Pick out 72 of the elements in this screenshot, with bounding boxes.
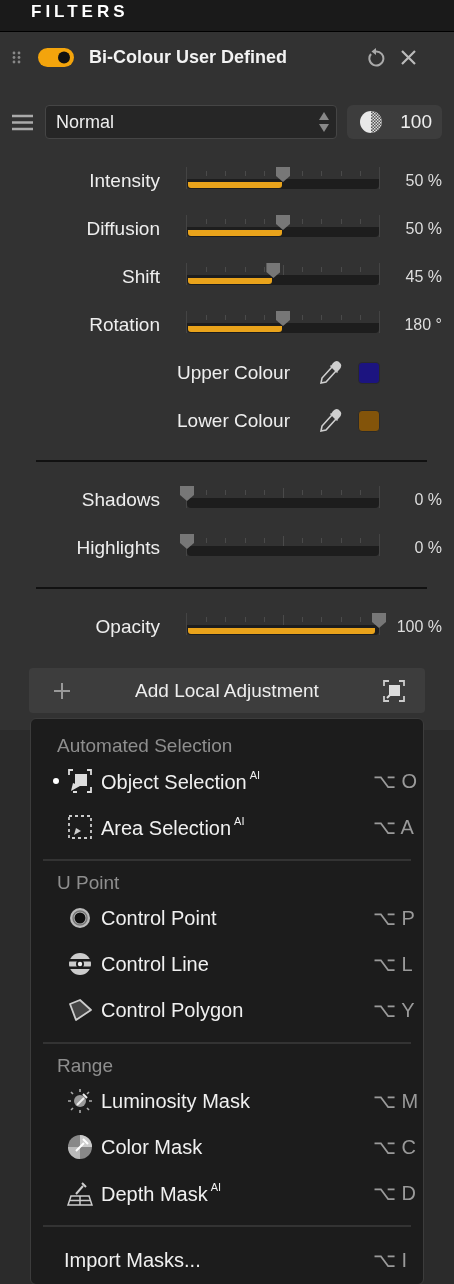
selection-icon <box>383 679 405 702</box>
menu-item[interactable]: Control Polygon ⌥ Y <box>31 987 423 1033</box>
slider-track[interactable] <box>187 323 379 333</box>
colour-swatch[interactable] <box>358 362 380 384</box>
slider-value: 100 % <box>395 618 442 636</box>
drag-handle-icon[interactable] <box>12 50 21 64</box>
control-point-icon <box>68 906 92 930</box>
half-circle-icon <box>359 110 383 134</box>
shortcut-label: ⌥ P <box>373 906 416 930</box>
opacity-field[interactable]: 100 <box>347 105 442 139</box>
toggle-switch[interactable] <box>38 47 74 67</box>
shortcut-label: ⌥ M <box>373 1089 420 1113</box>
slider-label: Intensity <box>88 170 160 192</box>
color-wheel-dropper-icon <box>67 1134 93 1160</box>
close-icon[interactable] <box>401 49 416 65</box>
slider-value: 45 % <box>404 268 442 286</box>
colour-label: Upper Colour <box>176 362 290 384</box>
slider-label: Diffusion <box>85 218 160 240</box>
plus-icon <box>53 681 71 700</box>
panel-title: FILTERS <box>31 2 129 22</box>
menu-item[interactable]: Depth Mask$^{AI}$ ⌥ D <box>31 1170 423 1216</box>
slider-track[interactable] <box>187 179 379 189</box>
slider-track[interactable] <box>187 275 379 285</box>
slider-thumb[interactable] <box>372 613 386 628</box>
shortcut-label: ⌥ O <box>373 769 419 793</box>
shortcut-label: ⌥ C <box>373 1135 417 1159</box>
menu-item[interactable]: Control Point ⌥ P <box>31 895 423 941</box>
area-selection-icon <box>68 815 92 839</box>
slider-value: 0 % <box>413 539 442 557</box>
depth-grid-dropper-icon <box>67 1180 93 1206</box>
shortcut-label: ⌥ A <box>373 815 415 839</box>
colour-swatch[interactable] <box>358 410 380 432</box>
slider-value: 50 % <box>404 220 442 238</box>
menu-icon[interactable] <box>12 113 33 131</box>
reset-icon[interactable] <box>367 47 385 67</box>
slider-label: Shadows <box>80 489 160 511</box>
slider-label: Highlights <box>75 537 160 559</box>
menu-section-heading: U Point <box>56 871 121 895</box>
slider-value: 180 ° <box>403 316 442 334</box>
slider-value: 50 % <box>404 172 442 190</box>
object-selection-icon <box>68 769 92 793</box>
blend-mode-select[interactable]: Normal <box>45 105 337 139</box>
slider-value: 0 % <box>413 491 442 509</box>
slider-label: Rotation <box>88 314 160 336</box>
menu-section-heading: Range <box>56 1054 114 1078</box>
menu-item[interactable]: Area Selection$^{AI}$ ⌥ A <box>31 804 423 850</box>
shortcut-label: ⌥ D <box>373 1181 417 1205</box>
slider-thumb[interactable] <box>180 534 194 549</box>
eyedropper-icon[interactable] <box>318 408 342 434</box>
sun-dropper-icon <box>67 1088 93 1114</box>
polygon-icon <box>68 998 92 1022</box>
shortcut-label: ⌥ Y <box>373 998 416 1022</box>
menu-section-heading: Automated Selection <box>56 734 234 758</box>
slider-track[interactable] <box>187 546 379 556</box>
add-local-adjustment-button[interactable]: Add Local Adjustment <box>29 668 425 713</box>
filter-title: Bi-Colour User Defined <box>89 46 289 68</box>
up-down-arrows-icon <box>318 111 330 133</box>
menu-item[interactable]: Object Selection$^{AI}$ ⌥ O <box>31 758 423 804</box>
menu-item[interactable]: Color Mask ⌥ C <box>31 1124 423 1170</box>
colour-label: Lower Colour <box>176 410 290 432</box>
menu-item[interactable]: Import Masks... ⌥ I <box>31 1237 423 1283</box>
slider-label: Opacity <box>94 616 160 638</box>
menu-item[interactable]: Control Line ⌥ L <box>31 941 423 987</box>
slider-track[interactable] <box>187 227 379 237</box>
menu-item[interactable]: Luminosity Mask ⌥ M <box>31 1078 423 1124</box>
slider-track[interactable] <box>187 625 379 635</box>
eyedropper-icon[interactable] <box>318 360 342 386</box>
slider-label: Shift <box>120 266 160 288</box>
shortcut-label: ⌥ L <box>373 952 414 976</box>
shortcut-label: ⌥ I <box>373 1248 409 1272</box>
slider-thumb[interactable] <box>180 486 194 501</box>
slider-track[interactable] <box>187 498 379 508</box>
